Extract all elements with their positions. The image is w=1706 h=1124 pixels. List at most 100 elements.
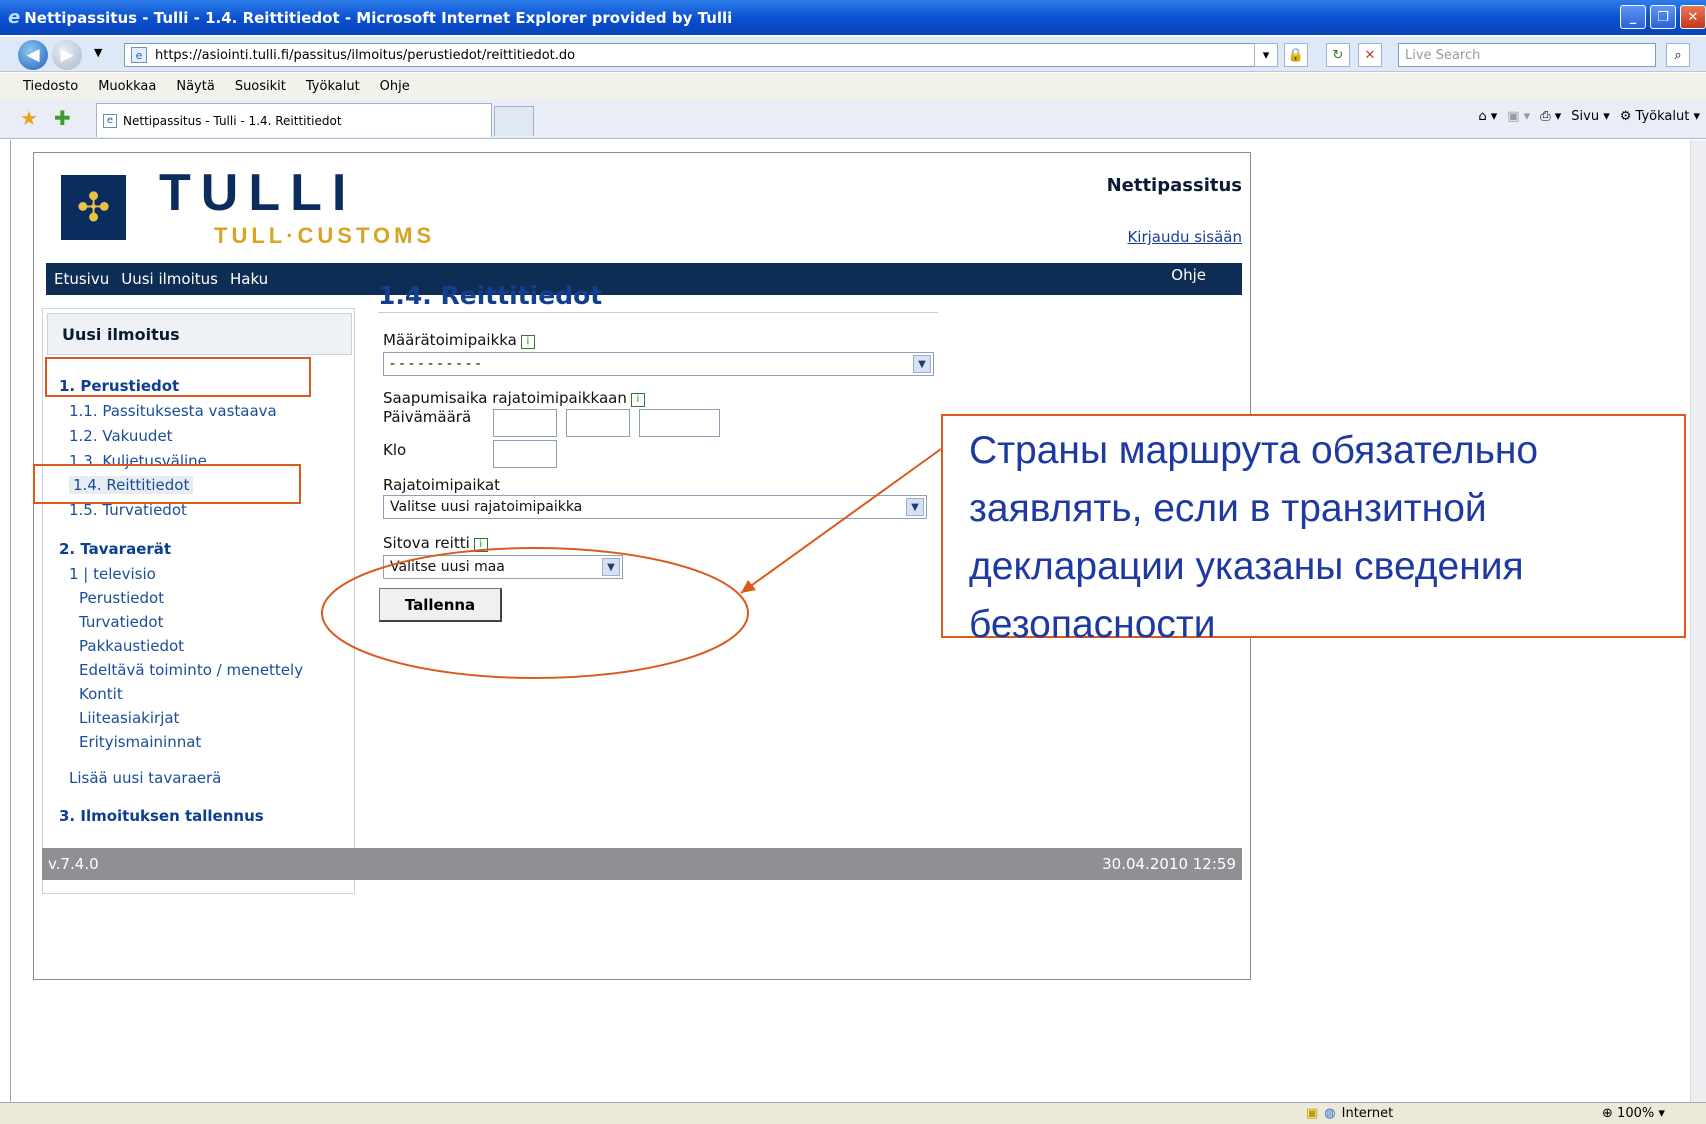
sidebar-goods-item[interactable]: 1 | televisio [69, 565, 156, 583]
page-icon: e [131, 47, 147, 63]
lock-icon[interactable]: 🔒 [1284, 43, 1308, 67]
refresh-icon[interactable]: ↻ [1326, 43, 1350, 67]
sidebar-goods-previous[interactable]: Edeltävä toiminto / menettely [79, 661, 303, 679]
ie-logo-icon: e [8, 7, 21, 28]
command-bar: ⌂ ▾ ▣ ▾ ⎙ ▾ Sivu ▾ ⚙ Työkalut ▾ [1478, 109, 1700, 124]
sidebar-goods-documents[interactable]: Liiteasiakirjat [79, 709, 179, 727]
page-title: 1.4. Reittitiedot [378, 281, 603, 310]
destination-label-text: Määrätoimipaikka [383, 331, 517, 349]
stop-icon[interactable]: ✕ [1358, 43, 1382, 67]
info-icon[interactable]: i [520, 335, 535, 349]
binding-route-label-text: Sitova reitti [383, 534, 470, 552]
zone-label: Internet [1341, 1106, 1394, 1121]
brand-name: TULLI [159, 164, 357, 222]
border-office-value: Valitse uusi rajatoimipaikka [390, 499, 583, 515]
history-dropdown-icon[interactable]: ▼ [94, 46, 102, 59]
arrival-label: Saapumisaika rajatoimipaikkaan i [383, 389, 645, 407]
destination-select[interactable]: - - - - - - - - - - ▼ [383, 352, 934, 376]
zoom-icon: ⊕ [1602, 1106, 1613, 1121]
app-footer: v.7.4.0 30.04.2010 12:59 [42, 848, 1242, 880]
sidebar-heading: Uusi ilmoitus [47, 313, 352, 355]
forward-button[interactable]: ▶ [52, 40, 82, 70]
brand-subtitle: TULL·CUSTOMS [214, 223, 436, 248]
search-input[interactable]: Live Search [1398, 43, 1656, 67]
tab-page-icon: e [103, 113, 117, 128]
sidebar-goods-containers[interactable]: Kontit [79, 685, 123, 703]
globe-icon: ◍ [1324, 1106, 1336, 1121]
border-office-select[interactable]: Valitse uusi rajatoimipaikka ▼ [383, 495, 927, 519]
favorites-star-icon[interactable]: ★ [20, 106, 38, 130]
menu-favorites[interactable]: Suosikit [235, 79, 286, 94]
save-button[interactable]: Tallenna [379, 588, 502, 622]
url-field[interactable]: e https://asiointi.tulli.fi/passitus/ilm… [124, 43, 1272, 67]
url-text: https://asiointi.tulli.fi/passitus/ilmoi… [155, 47, 576, 63]
zoom-level: 100% [1617, 1106, 1655, 1121]
arrival-label-text: Saapumisaika rajatoimipaikkaan [383, 389, 627, 407]
window-titlebar: e Nettipassitus - Tulli - 1.4. Reittitie… [0, 0, 1706, 35]
url-dropdown-icon[interactable]: ▾ [1254, 43, 1278, 67]
nav-help[interactable]: Ohje [1171, 266, 1206, 284]
search-placeholder: Live Search [1405, 47, 1481, 63]
feeds-icon[interactable]: ▣ ▾ [1507, 109, 1530, 124]
date-year-input[interactable] [639, 409, 720, 437]
print-icon[interactable]: ⎙ ▾ [1540, 109, 1561, 124]
maximize-button[interactable]: ❐ [1650, 5, 1676, 29]
chevron-down-icon: ▼ [906, 498, 924, 516]
sidebar-add-goods[interactable]: Lisää uusi tavaraerä [69, 769, 221, 787]
zoom-control[interactable]: ⊕ 100% ▾ [1602, 1106, 1665, 1121]
menu-tools[interactable]: Työkalut [306, 79, 360, 94]
binding-route-label: Sitova reitti i [383, 534, 488, 552]
add-favorites-icon[interactable]: ✚ [54, 106, 71, 130]
minimize-button[interactable]: _ [1620, 5, 1646, 29]
chevron-down-icon: ▼ [602, 558, 620, 576]
login-link[interactable]: Kirjaudu sisään [1127, 228, 1242, 246]
favorites-bar: ★ ✚ e Nettipassitus - Tulli - 1.4. Reitt… [0, 99, 1706, 139]
tab-current[interactable]: e Nettipassitus - Tulli - 1.4. Reittitie… [96, 103, 492, 137]
status-bar: ▣ ◍ Internet ⊕ 100% ▾ [0, 1102, 1706, 1124]
close-button[interactable]: ✕ [1680, 5, 1706, 29]
menu-bar: Tiedosto Muokkaa Näytä Suosikit Työkalut… [0, 73, 1706, 99]
time-input[interactable] [493, 440, 557, 468]
nav-home[interactable]: Etusivu [54, 270, 109, 288]
menu-file[interactable]: Tiedosto [23, 79, 78, 94]
title-divider [378, 312, 938, 313]
country-select[interactable]: Valitse uusi maa ▼ [383, 555, 623, 579]
border-offices-label: Rajatoimipaikat [383, 476, 501, 494]
screenshot: e Nettipassitus - Tulli - 1.4. Reittitie… [0, 0, 1706, 1124]
nav-search[interactable]: Haku [230, 270, 268, 288]
destination-value: - - - - - - - - - - [390, 356, 481, 372]
back-button[interactable]: ◀ [18, 40, 48, 70]
home-icon[interactable]: ⌂ ▾ [1478, 109, 1497, 124]
window-controls: _ ❐ ✕ [1620, 5, 1706, 29]
sidebar-section-save[interactable]: 3. Ilmoituksen tallennus [59, 807, 264, 825]
date-month-input[interactable] [566, 409, 630, 437]
tools-menu[interactable]: ⚙ Työkalut ▾ [1620, 109, 1700, 124]
date-label: Päivämäärä [383, 408, 472, 426]
nav-new-declaration[interactable]: Uusi ilmoitus [121, 270, 218, 288]
destination-label: Määrätoimipaikka i [383, 331, 535, 349]
menu-edit[interactable]: Muokkaa [98, 79, 156, 94]
tab-title: Nettipassitus - Tulli - 1.4. Reittitiedo… [123, 113, 342, 128]
page-menu[interactable]: Sivu ▾ [1571, 109, 1609, 124]
sidebar-item-guarantees[interactable]: 1.2. Vakuudet [69, 427, 173, 445]
search-icon[interactable]: ⌕ [1666, 43, 1690, 67]
date-day-input[interactable] [493, 409, 557, 437]
window-title: Nettipassitus - Tulli - 1.4. Reittitiedo… [24, 8, 733, 27]
highlight-box-basic [45, 357, 311, 397]
sidebar-item-responsible[interactable]: 1.1. Passituksesta vastaava [69, 402, 277, 420]
sidebar-goods-remarks[interactable]: Erityismaininnat [79, 733, 201, 751]
security-zone: ▣ ◍ Internet [1306, 1106, 1393, 1121]
annotation-callout: Страны маршрута обязательно заявлять, ес… [941, 414, 1686, 646]
new-tab-button[interactable] [494, 106, 534, 136]
info-icon[interactable]: i [473, 538, 488, 552]
menu-view[interactable]: Näytä [176, 79, 214, 94]
sidebar-goods-basic[interactable]: Perustiedot [79, 589, 164, 607]
menu-help[interactable]: Ohje [380, 79, 410, 94]
sidebar-goods-security[interactable]: Turvatiedot [79, 613, 164, 631]
highlight-box-route [33, 464, 301, 504]
sidebar-goods-packaging[interactable]: Pakkaustiedot [79, 637, 184, 655]
popup-blocker-icon[interactable]: ▣ [1306, 1106, 1318, 1121]
vertical-scrollbar[interactable] [1690, 140, 1706, 1102]
info-icon[interactable]: i [630, 393, 645, 407]
sidebar-section-goods[interactable]: 2. Tavaraerät [59, 540, 171, 558]
